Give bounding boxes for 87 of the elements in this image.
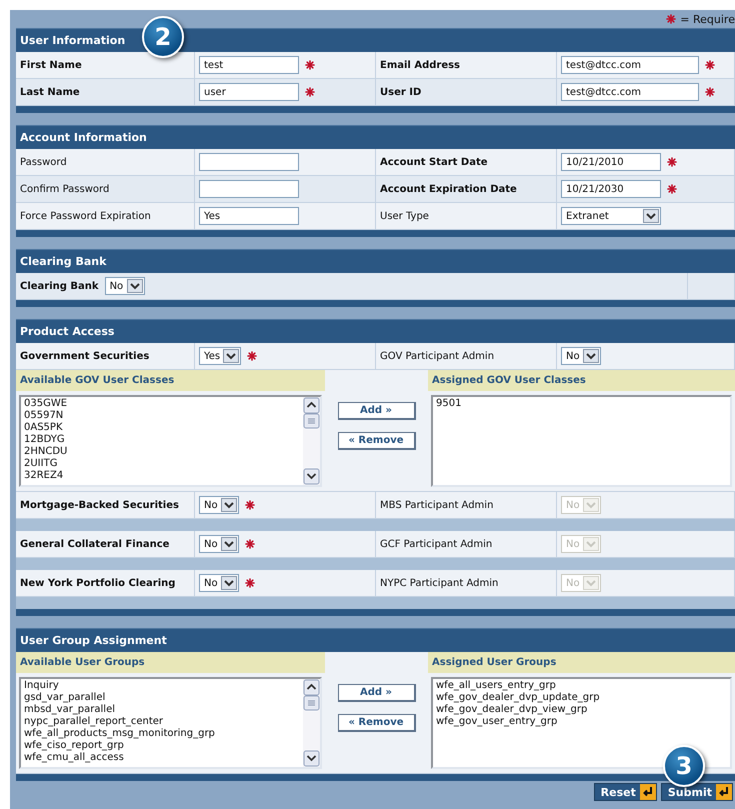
list-item[interactable]: wfe_gov_user_entry_grp: [436, 716, 727, 728]
list-item[interactable]: wfe_gov_dealer_dvp_update_grp: [436, 692, 727, 704]
text-field[interactable]: test@dtcc.com: [561, 83, 699, 101]
list-item[interactable]: 2HNCDU: [24, 446, 300, 458]
text-field[interactable]: 10/21/2010: [561, 153, 661, 171]
remove-button[interactable]: « Remove: [338, 714, 416, 732]
dropdown[interactable]: No: [199, 574, 239, 592]
list-item[interactable]: mbsd_var_parallel: [24, 704, 300, 716]
list-box[interactable]: Inquiry gsd_var_parallel mbsd_var_parallel nypc_parallel_report_center wfe_all_products_msg_monitoring_grp wfe_ciso_report_grp wfe_cmu_all_access: [19, 677, 322, 769]
field-label: User ID: [380, 86, 422, 98]
field-label: Clearing Bank: [20, 280, 99, 292]
add-button[interactable]: Add »: [338, 402, 416, 420]
field-label: New York Portfolio Clearing: [20, 578, 176, 588]
field-label: Account Expiration Date: [380, 184, 517, 194]
list-item[interactable]: 2UIITG: [24, 458, 300, 470]
caret-icon: [582, 537, 599, 551]
field-label: User Type: [380, 210, 429, 222]
list-item[interactable]: wfe_ciso_report_grp: [24, 740, 300, 752]
caret-icon: [582, 576, 599, 590]
scrollbar[interactable]: [303, 397, 320, 485]
section-title: Account Information: [20, 131, 147, 144]
caret-icon: [643, 209, 659, 223]
column-heading: Available GOV User Classes: [16, 370, 325, 391]
submit-button[interactable]: Submit: [660, 783, 733, 801]
column-heading: Assigned GOV User Classes: [428, 370, 735, 391]
caret-icon: [220, 498, 237, 512]
field-label: Last Name: [20, 86, 80, 98]
dropdown[interactable]: No: [199, 496, 239, 514]
field-label: Account Start Date: [380, 156, 488, 168]
list-item[interactable]: wfe_gov_dealer_dvp_view_grp: [436, 704, 727, 716]
text-field[interactable]: test: [199, 56, 299, 74]
list-box[interactable]: 9501: [431, 395, 732, 487]
caret-icon: [220, 576, 237, 590]
list-item[interactable]: wfe_all_products_msg_monitoring_grp: [24, 728, 300, 740]
field-label: Email Address: [380, 60, 460, 70]
text-field[interactable]: 10/21/2030: [561, 180, 661, 198]
dropdown[interactable]: No: [104, 277, 145, 295]
dropdown[interactable]: No: [561, 347, 601, 365]
list-item[interactable]: wfe_all_users_entry_grp: [436, 680, 727, 692]
dropdown[interactable]: No: [199, 535, 239, 553]
field-label: MBS Participant Admin: [380, 500, 494, 510]
scrollbar[interactable]: [303, 679, 320, 767]
section-title: Product Access: [20, 325, 114, 338]
text-field[interactable]: [199, 153, 299, 171]
caret-icon: [582, 498, 599, 512]
step-badge: 2: [142, 16, 184, 58]
field-label: GCF Participant Admin: [380, 538, 492, 550]
text-field[interactable]: [199, 180, 299, 198]
text-field[interactable]: test@dtcc.com: [561, 56, 699, 74]
text-field[interactable]: Yes: [199, 207, 299, 225]
list-item[interactable]: 9501: [436, 398, 727, 410]
field-label: NYPC Participant Admin: [380, 578, 498, 588]
list-item[interactable]: 05597N: [24, 410, 300, 422]
remove-button[interactable]: « Remove: [338, 432, 416, 450]
list-item[interactable]: gsd_var_parallel: [24, 692, 300, 704]
field-label: Force Password Expiration: [20, 210, 151, 222]
caret-icon: [582, 349, 599, 363]
list-item[interactable]: 12BDYG: [24, 434, 300, 446]
section-title: Clearing Bank: [20, 255, 106, 268]
reset-button[interactable]: Reset: [594, 783, 657, 801]
caret-icon: [220, 537, 237, 551]
field-label: GOV Participant Admin: [380, 350, 494, 362]
required-legend: = Require: [680, 12, 735, 26]
field-label: Password: [20, 156, 67, 168]
list-item[interactable]: wfe_cmu_all_access: [24, 752, 300, 764]
text-field[interactable]: user: [199, 83, 299, 101]
caret-icon: [126, 279, 143, 293]
field-label: Government Securities: [20, 350, 150, 362]
column-heading: Available User Groups: [16, 652, 325, 673]
field-label: General Collateral Finance: [20, 538, 170, 550]
add-button[interactable]: Add »: [338, 684, 416, 702]
list-item[interactable]: Inquiry: [24, 680, 300, 692]
list-item[interactable]: 32REZ4: [24, 470, 300, 482]
section-title: User Information: [20, 34, 126, 47]
field-label: First Name: [20, 60, 82, 70]
required-icon: [666, 14, 676, 24]
list-box[interactable]: 035GWE 05597N 0AS5PK 12BDYG 2HNCDU 2UIITG 32REZ4: [19, 395, 322, 487]
list-item[interactable]: 0AS5PK: [24, 422, 300, 434]
caret-icon: [223, 349, 240, 363]
section-title: User Group Assignment: [20, 634, 167, 647]
list-item[interactable]: nypc_parallel_report_center: [24, 716, 300, 728]
list-item[interactable]: 035GWE: [24, 398, 300, 410]
column-heading: Assigned User Groups: [428, 652, 735, 673]
dropdown[interactable]: Extranet: [561, 207, 661, 225]
field-label: Mortgage-Backed Securities: [20, 500, 179, 510]
dropdown[interactable]: Yes: [199, 347, 242, 365]
field-label: Confirm Password: [20, 184, 110, 194]
